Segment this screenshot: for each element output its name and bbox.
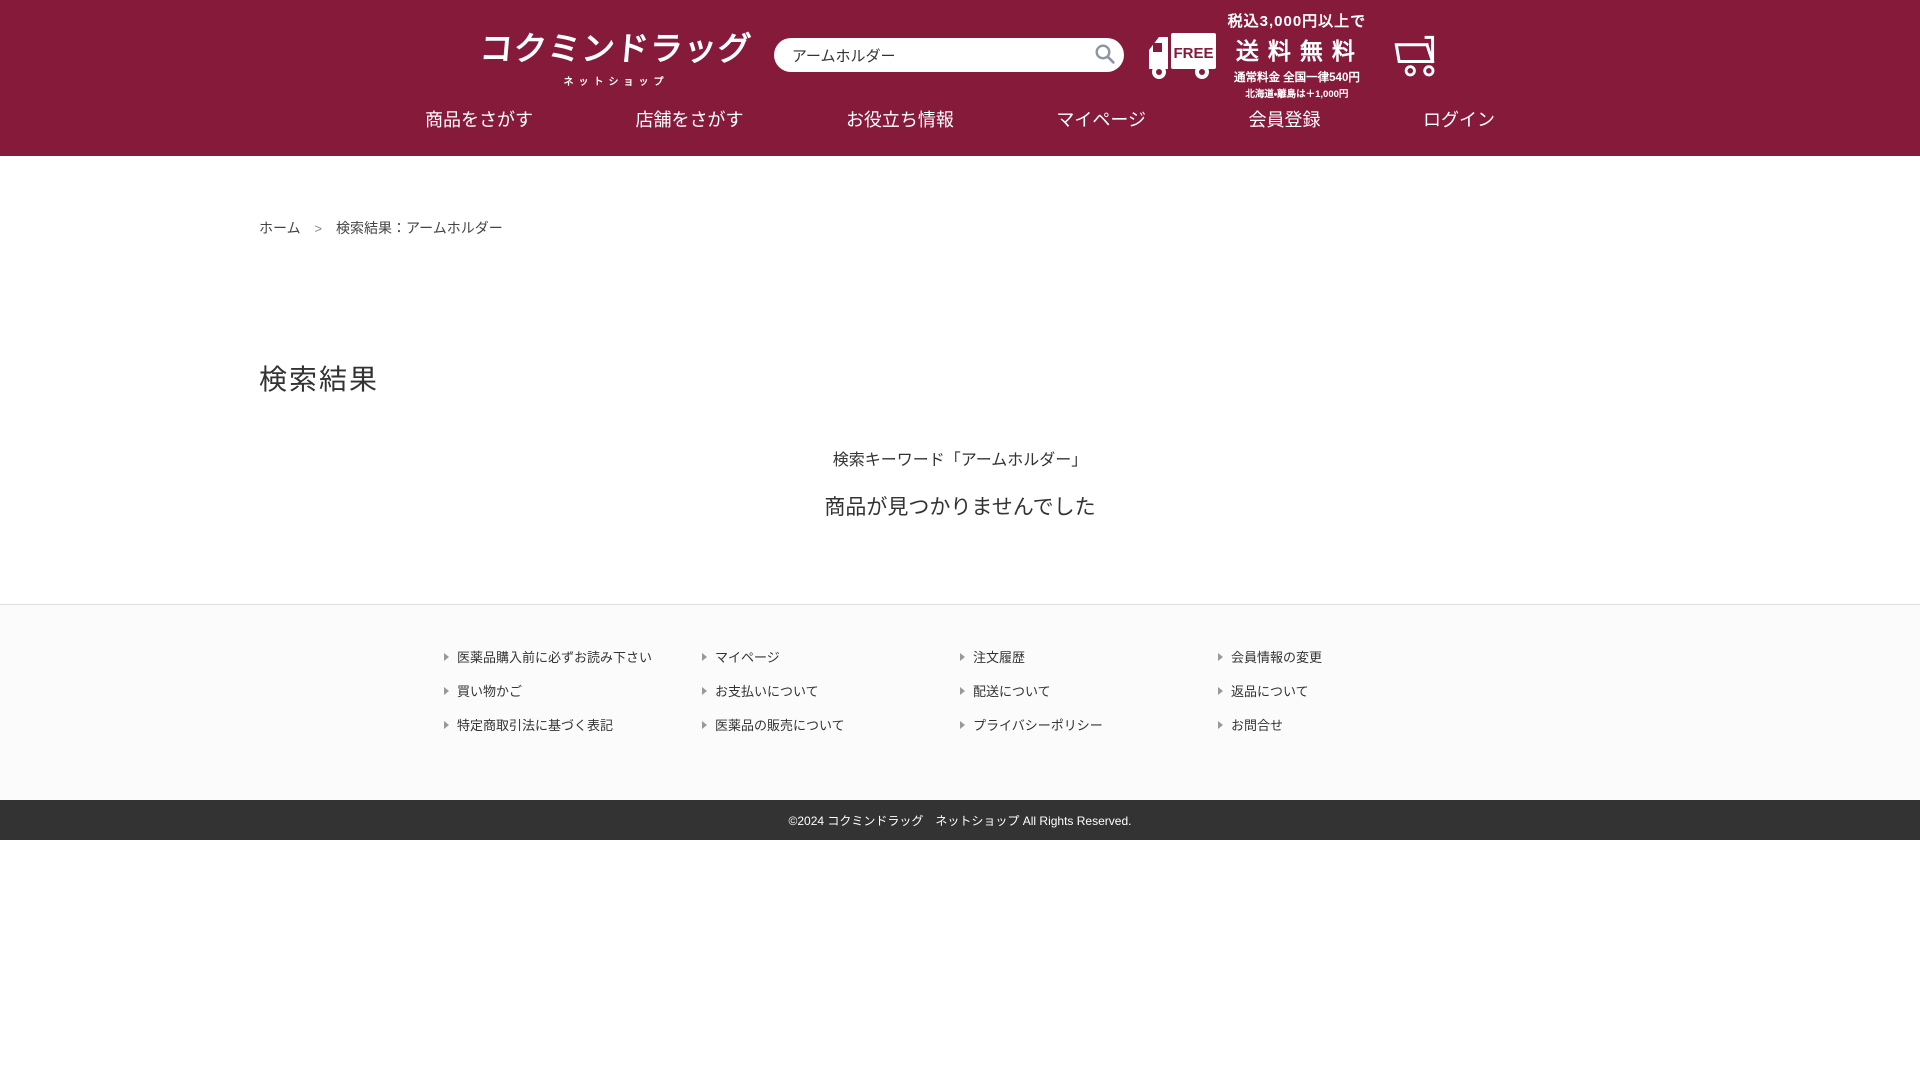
- arrow-right-icon: [444, 687, 449, 695]
- footer-link-mypage[interactable]: マイページ: [702, 647, 960, 666]
- breadcrumb-current: 検索結果：アームホルダー: [336, 220, 503, 236]
- footer-link-privacy-policy[interactable]: プライバシーポリシー: [960, 715, 1218, 734]
- footer-link-contact[interactable]: お問合せ: [1218, 715, 1476, 734]
- footer-link-medicine-notice[interactable]: 医薬品購入前に必ずお読み下さい: [444, 647, 702, 666]
- logo-subtitle: ネットショップ: [480, 73, 752, 88]
- footer-link-label: お問合せ: [1231, 715, 1283, 734]
- nav-item-useful-info[interactable]: お役立ち情報: [846, 106, 954, 132]
- footer-link-delivery[interactable]: 配送について: [960, 681, 1218, 700]
- shipping-threshold: 税込3,000円以上で: [1228, 10, 1367, 31]
- arrow-right-icon: [702, 687, 707, 695]
- search-keyword-text: 検索キーワード「アームホルダー」: [259, 446, 1661, 470]
- footer-link-label: お支払いについて: [715, 681, 819, 700]
- footer-link-label: マイページ: [715, 647, 780, 666]
- header-top: コクミンドラッグ ネットショップ FREE: [480, 0, 1440, 96]
- nav-item-login[interactable]: ログイン: [1423, 106, 1495, 132]
- copyright-text: ©2024 コクミンドラッグ ネットショップ All Rights Reserv…: [789, 812, 1132, 829]
- nav-item-mypage[interactable]: マイページ: [1056, 106, 1146, 132]
- page: コクミンドラッグ ネットショップ FREE: [0, 0, 1920, 1080]
- footer-link-label: 会員情報の変更: [1231, 647, 1322, 666]
- arrow-right-icon: [960, 721, 965, 729]
- footer-link-order-history[interactable]: 注文履歴: [960, 647, 1218, 666]
- page-title: 検索結果: [259, 358, 1661, 398]
- shipping-remote-fee: 北海道・離島は＋1,000円: [1228, 86, 1367, 100]
- no-results-message: 商品が見つかりませんでした: [259, 491, 1661, 521]
- shipping-free-label: 送料無料: [1228, 32, 1367, 66]
- footer-link-legal-notice[interactable]: 特定商取引法に基づく表記: [444, 715, 702, 734]
- footer-link-label: 返品について: [1231, 681, 1309, 700]
- search-box: [774, 38, 1124, 72]
- footer-link-payment[interactable]: お支払いについて: [702, 681, 960, 700]
- footer-link-label: 注文履歴: [973, 647, 1025, 666]
- footer-link-label: 医薬品の販売について: [715, 715, 845, 734]
- shipping-banner: FREE 税込3,000円以上で 送料無料 通常料金 全国一律540円 北海道・…: [1146, 10, 1367, 100]
- arrow-right-icon: [960, 653, 965, 661]
- footer-links: 医薬品購入前に必ずお読み下さい マイページ 注文履歴 会員情報の変更 買い物かご: [0, 647, 1920, 734]
- arrow-right-icon: [1218, 687, 1223, 695]
- copyright-bar: ©2024 コクミンドラッグ ネットショップ All Rights Reserv…: [0, 800, 1920, 840]
- arrow-right-icon: [702, 721, 707, 729]
- shipping-text: 税込3,000円以上で 送料無料 通常料金 全国一律540円 北海道・離島は＋1…: [1228, 10, 1367, 100]
- cart-button[interactable]: [1388, 28, 1440, 83]
- footer-link-label: 医薬品購入前に必ずお読み下さい: [457, 647, 652, 666]
- search-icon: [1094, 43, 1116, 65]
- breadcrumb-separator: >: [314, 221, 322, 236]
- footer-link-label: プライバシーポリシー: [973, 715, 1103, 734]
- arrow-right-icon: [1218, 653, 1223, 661]
- footer-link-cart[interactable]: 買い物かご: [444, 681, 702, 700]
- site-logo[interactable]: コクミンドラッグ ネットショップ: [480, 22, 752, 88]
- site-footer: 医薬品購入前に必ずお読み下さい マイページ 注文履歴 会員情報の変更 買い物かご: [0, 604, 1920, 800]
- arrow-right-icon: [960, 687, 965, 695]
- arrow-right-icon: [444, 653, 449, 661]
- free-badge-text: FREE: [1173, 45, 1213, 62]
- search-button[interactable]: [1090, 41, 1120, 69]
- footer-link-returns[interactable]: 返品について: [1218, 681, 1476, 700]
- main-nav: 商品をさがす 店舗をさがす お役立ち情報 マイページ 会員登録 ログイン: [425, 96, 1495, 142]
- footer-link-label: 特定商取引法に基づく表記: [457, 715, 613, 734]
- breadcrumb: ホーム > 検索結果：アームホルダー: [259, 156, 1661, 238]
- footer-link-label: 買い物かご: [457, 681, 522, 700]
- arrow-right-icon: [702, 653, 707, 661]
- shipping-normal-fee: 通常料金 全国一律540円: [1228, 69, 1367, 85]
- arrow-right-icon: [444, 721, 449, 729]
- free-shipping-truck-icon: FREE: [1146, 30, 1218, 80]
- footer-link-member-info[interactable]: 会員情報の変更: [1218, 647, 1476, 666]
- nav-item-register[interactable]: 会員登録: [1249, 106, 1321, 132]
- main-content: ホーム > 検索結果：アームホルダー 検索結果 検索キーワード「アームホルダー」…: [0, 156, 1920, 604]
- cart-icon: [1388, 32, 1440, 78]
- footer-link-medicine-sales[interactable]: 医薬品の販売について: [702, 715, 960, 734]
- search-input[interactable]: [774, 38, 1124, 72]
- site-header: コクミンドラッグ ネットショップ FREE: [0, 0, 1920, 156]
- arrow-right-icon: [1218, 721, 1223, 729]
- logo-title: コクミンドラッグ: [478, 22, 754, 70]
- nav-item-search-products[interactable]: 商品をさがす: [425, 106, 533, 132]
- footer-link-label: 配送について: [973, 681, 1051, 700]
- nav-item-find-stores[interactable]: 店舗をさがす: [635, 106, 743, 132]
- breadcrumb-home-link[interactable]: ホーム: [259, 220, 301, 236]
